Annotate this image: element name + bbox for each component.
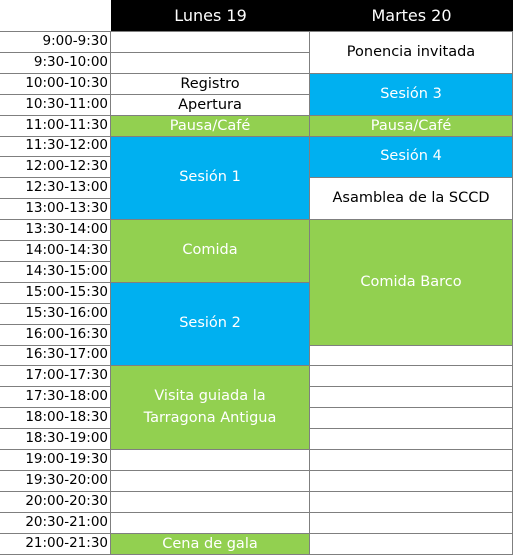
grid-line [310, 407, 513, 408]
grid-line [0, 345, 111, 346]
grid-line [310, 345, 513, 346]
event-sesion-4: Sesión 4 [310, 137, 512, 177]
grid-line [0, 177, 111, 178]
grid-line [0, 554, 111, 555]
event-comida: Comida [111, 220, 309, 282]
time-slot-cell: 11:00-11:30 [0, 115, 111, 136]
grid-line [0, 198, 111, 199]
grid-line [0, 533, 111, 534]
time-slot-cell: 19:00-19:30 [0, 449, 111, 470]
time-slot-cell: 18:30-19:00 [0, 428, 111, 449]
event-pausa-cafe-lunes: Pausa/Café [111, 116, 309, 136]
event-visita-guiada: Visita guiada la Tarragona Antigua [111, 366, 309, 449]
event-registro: Registro [111, 74, 309, 94]
time-slot-cell: 12:30-13:00 [0, 177, 111, 198]
event-sesion-3: Sesión 3 [310, 74, 512, 115]
day-header-lunes: Lunes 19 [111, 0, 310, 31]
grid-line [0, 94, 111, 95]
grid-line [111, 449, 310, 450]
time-slot-cell: 17:00-17:30 [0, 365, 111, 386]
time-slot-cell: 20:30-21:00 [0, 512, 111, 533]
schedule-table: Lunes 19 Martes 20 9:00-9:30 9:30-10:00 10… [0, 0, 513, 559]
grid-line [0, 512, 111, 513]
grid-line [111, 554, 310, 555]
event-pausa-cafe-martes: Pausa/Café [310, 116, 512, 136]
grid-line [0, 156, 111, 157]
event-ponencia-invitada: Ponencia invitada [310, 32, 512, 73]
event-apertura: Apertura [111, 95, 309, 115]
grid-line [310, 554, 513, 555]
event-sesion-2: Sesión 2 [111, 283, 309, 365]
grid-line [0, 303, 111, 304]
grid-line [0, 219, 111, 220]
grid-line [310, 533, 513, 534]
grid-line [0, 136, 111, 137]
grid-line [0, 52, 111, 53]
time-slot-cell: 15:00-15:30 [0, 282, 111, 303]
time-slot-cell: 12:00-12:30 [0, 156, 111, 177]
grid-line [0, 115, 111, 116]
grid-line [111, 512, 310, 513]
grid-line [0, 282, 111, 283]
grid-line [0, 73, 111, 74]
time-slot-cell: 16:30-17:00 [0, 345, 111, 365]
corner-cell [0, 0, 111, 31]
grid-line [0, 365, 111, 366]
time-slot-cell: 16:00-16:30 [0, 324, 111, 345]
time-slot-cell: 15:30-16:00 [0, 303, 111, 324]
time-slot-cell: 10:00-10:30 [0, 73, 111, 94]
event-sesion-1: Sesión 1 [111, 137, 309, 219]
grid-line [0, 407, 111, 408]
grid-line [310, 491, 513, 492]
grid-line [310, 470, 513, 471]
time-slot-cell: 18:00-18:30 [0, 407, 111, 428]
grid-line [310, 365, 513, 366]
grid-line [0, 240, 111, 241]
time-slot-cell: 13:30-14:00 [0, 219, 111, 240]
grid-line [111, 52, 310, 53]
grid-line [0, 324, 111, 325]
time-slot-cell: 21:00-21:30 [0, 533, 111, 554]
time-slot-cell: 9:00-9:30 [0, 31, 111, 52]
grid-line [0, 31, 111, 32]
time-slot-cell: 13:00-13:30 [0, 198, 111, 219]
time-slot-cell: 10:30-11:00 [0, 94, 111, 115]
grid-line [0, 491, 111, 492]
grid-line [310, 428, 513, 429]
grid-line [111, 491, 310, 492]
grid-line [0, 428, 111, 429]
time-slot-cell: 11:30-12:00 [0, 136, 111, 156]
time-slot-cell: 17:30-18:00 [0, 386, 111, 407]
grid-line [310, 386, 513, 387]
event-cena-de-gala: Cena de gala [111, 534, 309, 554]
grid-line [0, 470, 111, 471]
grid-line [0, 386, 111, 387]
time-slot-cell: 9:30-10:00 [0, 52, 111, 73]
event-asamblea-sccd: Asamblea de la SCCD [310, 178, 512, 219]
grid-line [111, 470, 310, 471]
grid-line [0, 449, 111, 450]
grid-line [310, 512, 513, 513]
grid-line [111, 31, 310, 32]
day-header-martes: Martes 20 [310, 0, 513, 31]
time-slot-cell: 14:30-15:00 [0, 261, 111, 282]
time-slot-cell: 19:30-20:00 [0, 470, 111, 491]
event-comida-barco: Comida Barco [310, 220, 512, 345]
grid-line [0, 261, 111, 262]
time-slot-cell: 20:00-20:30 [0, 491, 111, 512]
time-slot-cell: 14:00-14:30 [0, 240, 111, 261]
grid-line [310, 449, 513, 450]
